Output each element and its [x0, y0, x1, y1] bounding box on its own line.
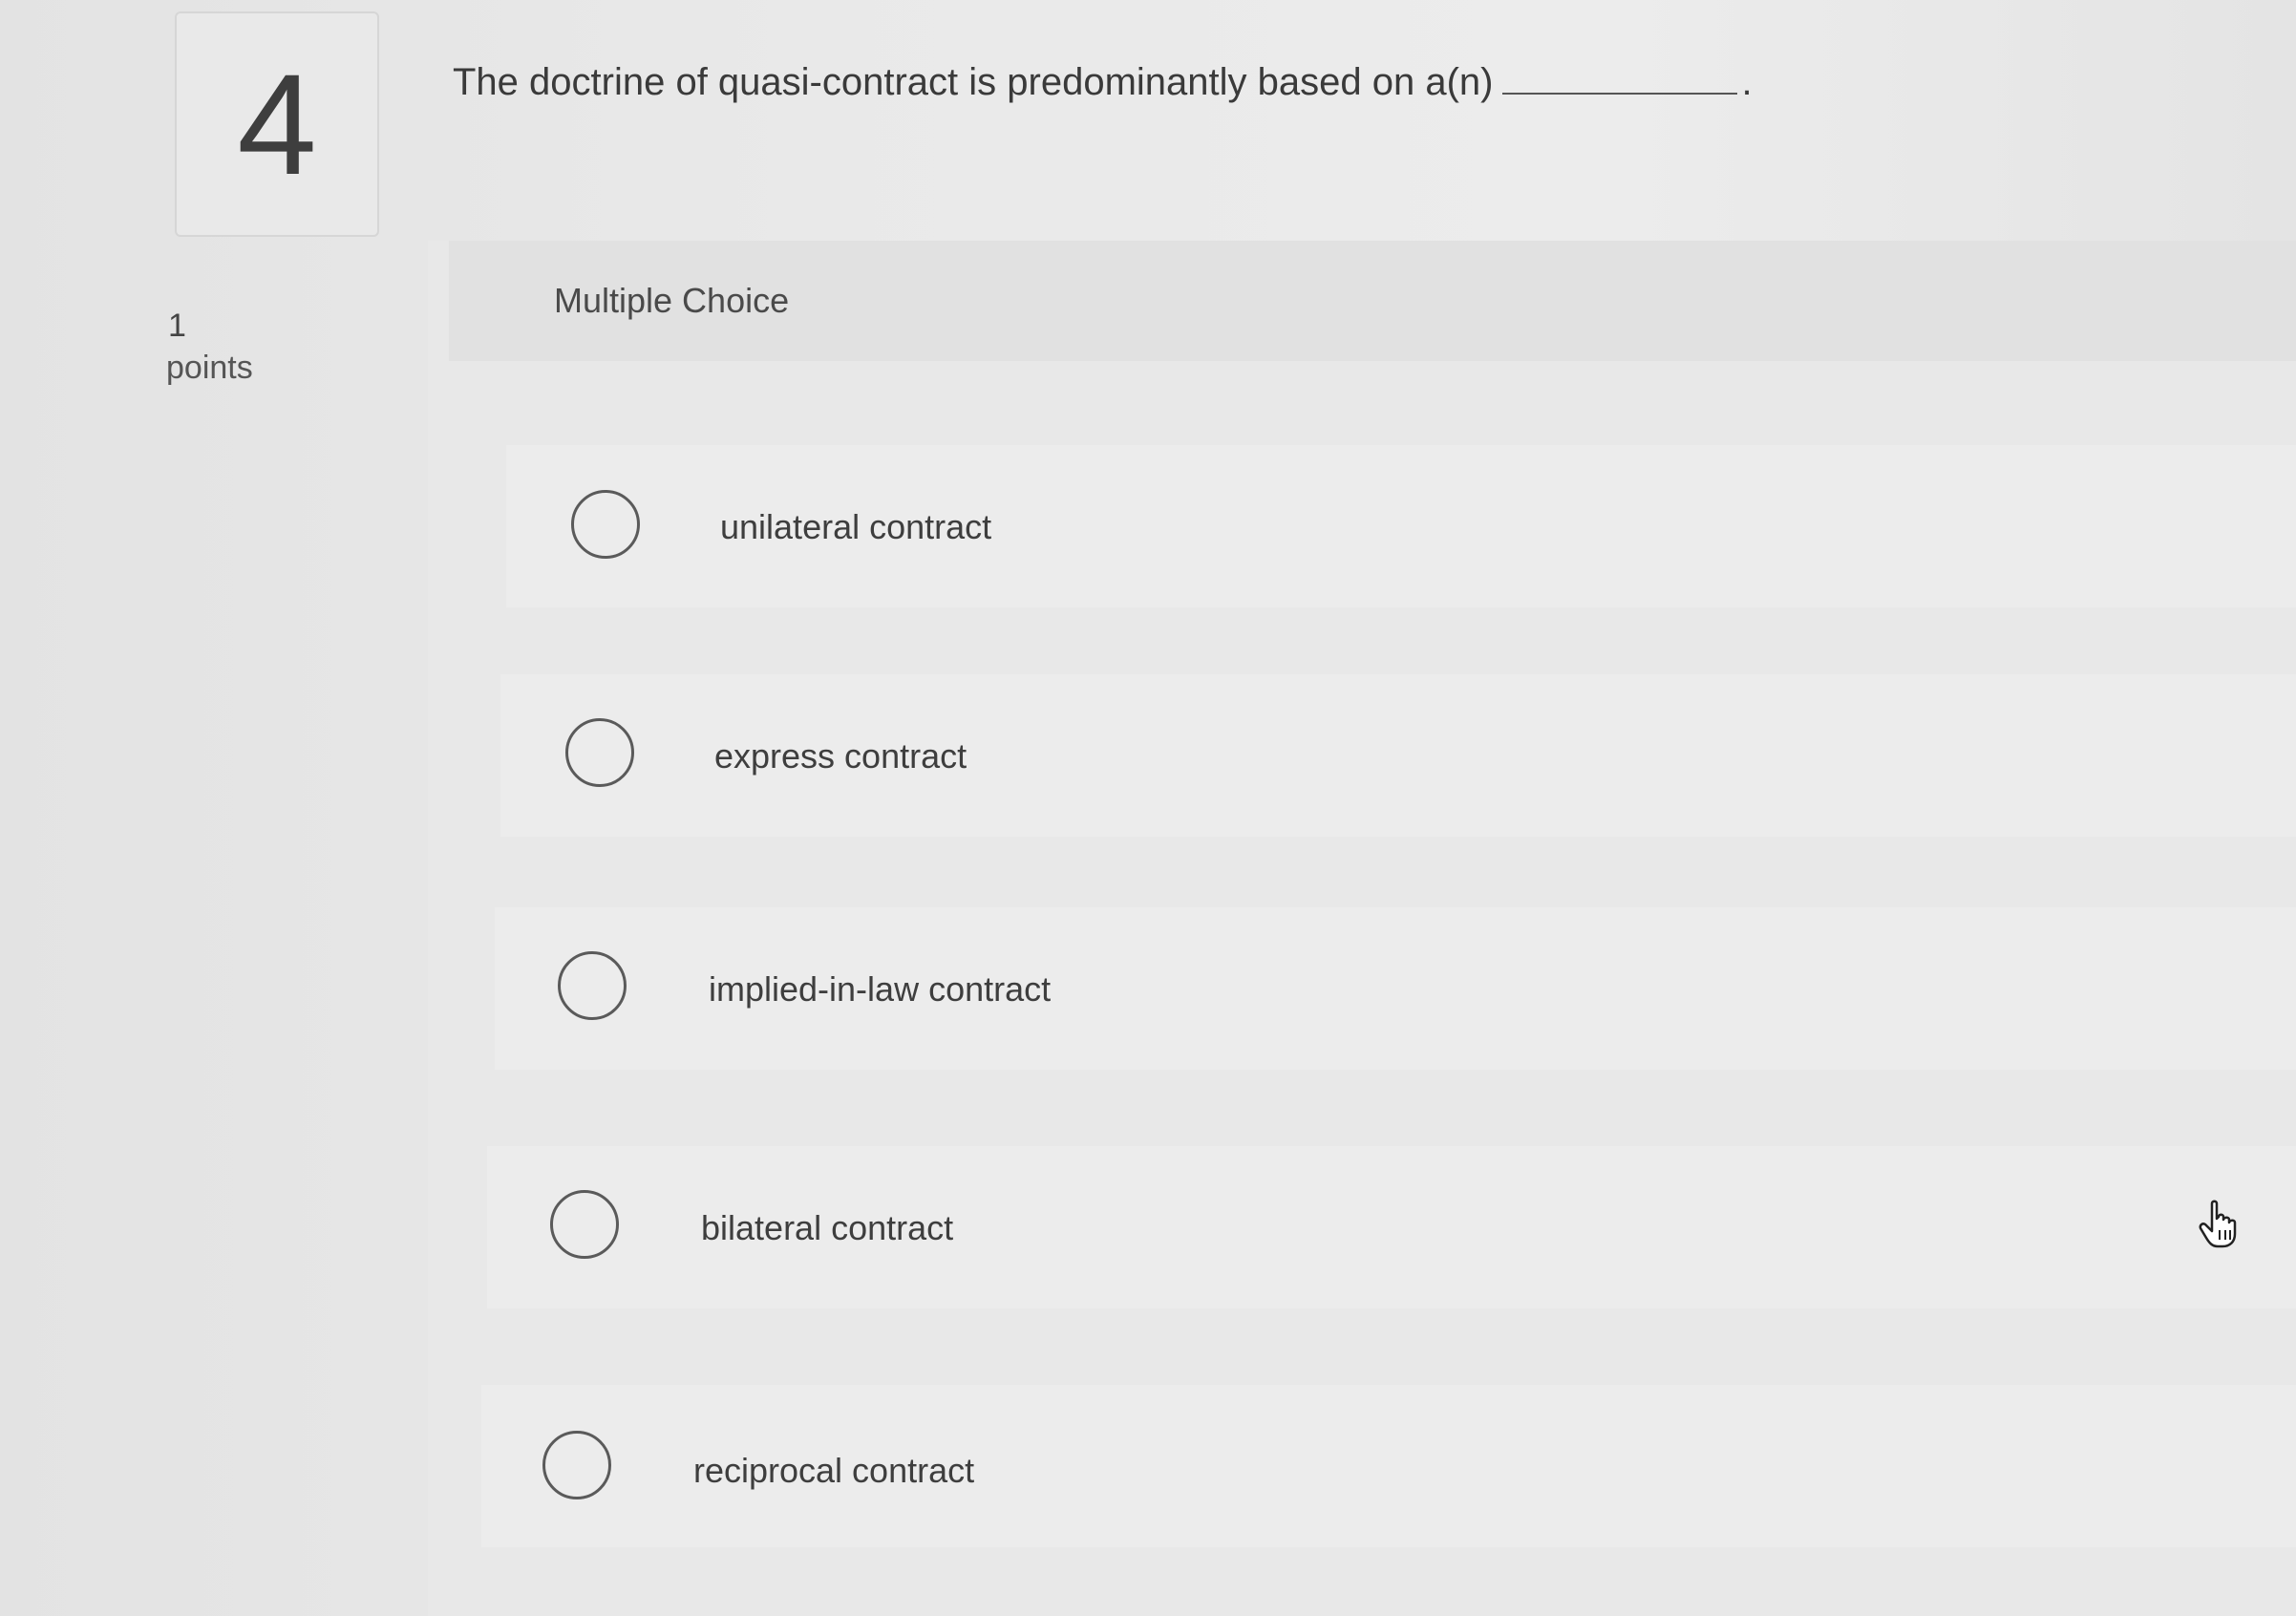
question-type-label: Multiple Choice [554, 281, 790, 320]
answer-blank [1502, 92, 1738, 95]
pointer-hand-icon [2199, 1200, 2237, 1248]
radio-unselected-icon[interactable] [565, 718, 634, 787]
answer-option-label[interactable]: unilateral contract [720, 507, 991, 547]
radio-unselected-icon[interactable] [542, 1431, 611, 1499]
answer-option-label[interactable]: express contract [714, 736, 967, 776]
answer-option-label[interactable]: bilateral contract [701, 1208, 953, 1248]
question-number-box: 4 [175, 11, 379, 237]
radio-unselected-icon[interactable] [558, 951, 627, 1020]
question-number: 4 [237, 44, 317, 204]
radio-unselected-icon[interactable] [550, 1190, 619, 1259]
answer-option-label[interactable]: implied-in-law contract [709, 969, 1051, 1010]
points-value: 1 [168, 308, 186, 344]
question-period: . [1741, 61, 1753, 103]
radio-unselected-icon[interactable] [571, 490, 640, 559]
answer-option-label[interactable]: reciprocal contract [693, 1451, 974, 1491]
points-label: points [166, 350, 253, 386]
question-stem: The doctrine of quasi-contract is predom… [453, 61, 1494, 103]
question-text: The doctrine of quasi-contract is predom… [453, 61, 1753, 104]
